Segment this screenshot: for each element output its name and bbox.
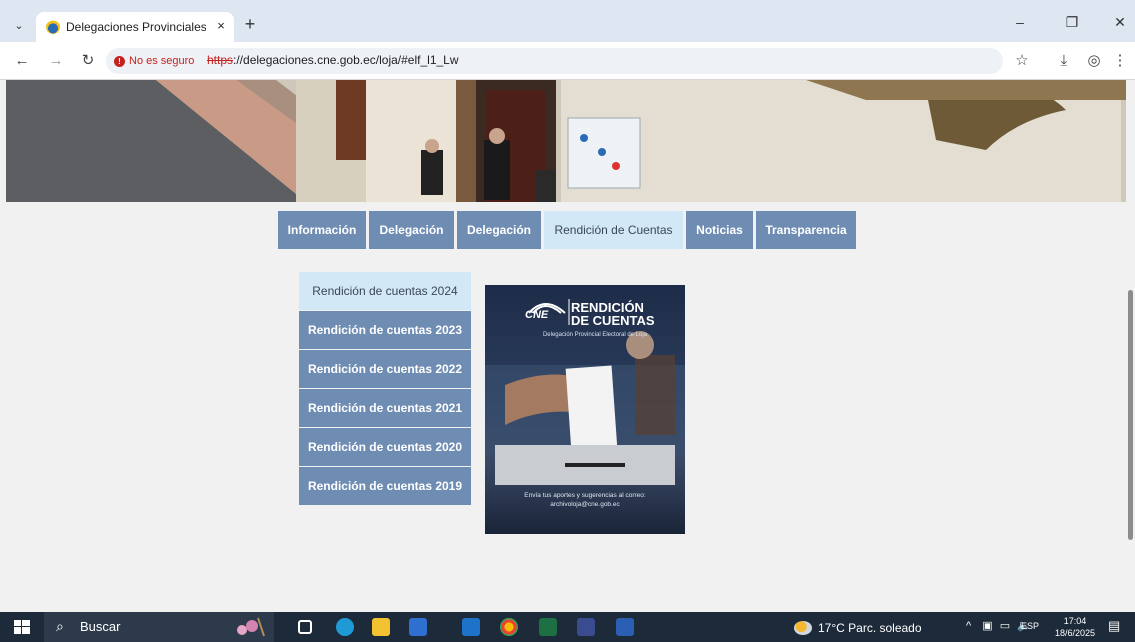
scrollbar-thumb[interactable] [1128, 290, 1133, 540]
main-nav-menu: Información Delegación Delegación Rendic… [278, 211, 856, 249]
reload-icon[interactable]: ↻ [78, 51, 98, 71]
window-close-icon[interactable]: ✕ [1110, 12, 1130, 32]
taskbar-clock[interactable]: 17:04 18/6/2025 [1052, 615, 1098, 641]
menu-item-delegacion-1[interactable]: Delegación [369, 211, 454, 249]
menu-item-transparencia[interactable]: Transparencia [756, 211, 856, 249]
browser-toolbar: ← → ↻ ! No es seguro https://delegacione… [0, 42, 1135, 80]
poster-title: RENDICIÓN DE CUENTAS [571, 301, 681, 327]
back-arrow-icon[interactable]: ← [12, 51, 32, 71]
year-item-2022[interactable]: Rendición de cuentas 2022 [299, 350, 471, 388]
task-view-icon[interactable] [298, 620, 312, 634]
browser-menu-icon[interactable]: ⋮ [1110, 51, 1130, 71]
url-text[interactable]: https://delegaciones.cne.gob.ec/loja/#el… [207, 53, 607, 69]
year-item-2020[interactable]: Rendición de cuentas 2020 [299, 428, 471, 466]
search-highlight-flower-icon [237, 617, 265, 637]
browser-tab-active[interactable]: Delegaciones Provinciales – Loj × [36, 12, 234, 42]
tab-search-chevron-icon[interactable]: ⌄ [10, 16, 28, 34]
menu-item-delegacion-2[interactable]: Delegación [457, 211, 541, 249]
tab-close-icon[interactable]: × [213, 18, 229, 36]
hero-banner-image [6, 80, 1126, 202]
forward-arrow-icon[interactable]: → [46, 51, 66, 71]
taskbar-weather[interactable]: 17°C Parc. soleado [794, 619, 954, 637]
taskbar-search-box[interactable]: ⌕ Buscar [44, 612, 274, 642]
search-icon: ⌕ [56, 618, 64, 634]
year-item-2021[interactable]: Rendición de cuentas 2021 [299, 389, 471, 427]
taskbar-search-label: Buscar [80, 619, 121, 634]
clock-time: 17:04 [1063, 616, 1087, 626]
poster-subtitle: Delegación Provincial Electoral de Loja [542, 332, 648, 338]
network-icon[interactable]: ▣ [982, 620, 992, 632]
menu-item-informacion[interactable]: Información [278, 211, 366, 249]
profile-icon[interactable]: ◎ [1084, 51, 1104, 71]
edge-icon[interactable] [336, 618, 354, 636]
page-scrollbar[interactable] [1126, 80, 1135, 612]
excel-icon[interactable] [539, 618, 557, 636]
file-explorer-icon[interactable] [372, 618, 390, 636]
notifications-icon[interactable]: ▤ [1108, 618, 1126, 636]
store-icon[interactable] [409, 618, 427, 636]
chrome-icon[interactable] [500, 618, 518, 636]
partly-sunny-icon [794, 621, 812, 635]
poster-title-line2: DE CUENTAS [571, 313, 655, 328]
url-rest: ://delegaciones.cne.gob.ec/loja/#elf_l1_… [233, 53, 459, 67]
security-label: No es seguro [129, 55, 195, 67]
menu-item-noticias[interactable]: Noticias [686, 211, 753, 249]
poster-caption: Envía tus aportes y sugerencias al corre… [524, 492, 646, 508]
rendicion-cuentas-poster: CNE RENDICIÓN DE CUENTAS Delegación Prov… [485, 285, 685, 534]
language-indicator[interactable]: ESP [1021, 621, 1045, 635]
window-restore-icon[interactable]: ❐ [1062, 12, 1082, 32]
tray-chevron-icon[interactable]: ^ [966, 620, 971, 632]
weather-text: 17°C Parc. soleado [818, 621, 922, 635]
outlook-icon[interactable] [462, 618, 480, 636]
year-item-2019[interactable]: Rendición de cuentas 2019 [299, 467, 471, 505]
web-page: Información Delegación Delegación Rendic… [0, 80, 1126, 612]
bookmark-star-icon[interactable]: ☆ [1012, 51, 1032, 71]
url-scheme: https [207, 53, 234, 67]
address-bar[interactable]: ! No es seguro https://delegaciones.cne.… [106, 48, 1003, 74]
download-icon[interactable]: ⤓ [1054, 51, 1074, 71]
site-favicon-icon [46, 20, 60, 34]
year-submenu: Rendición de cuentas 2024 Rendición de c… [299, 272, 471, 506]
browser-tab-strip: ⌄ Delegaciones Provinciales – Loj × + – … [0, 0, 1135, 42]
app-icon[interactable] [577, 618, 595, 636]
tab-title: Delegaciones Provinciales – Loj [66, 20, 206, 34]
poster-cne-logo: CNE [525, 309, 549, 321]
window-minimize-icon[interactable]: – [1010, 12, 1030, 32]
menu-item-rendicion-de-cuentas[interactable]: Rendición de Cuentas [544, 211, 683, 249]
clock-date: 18/6/2025 [1054, 628, 1096, 638]
year-item-2024[interactable]: Rendición de cuentas 2024 [299, 272, 471, 310]
year-item-2023[interactable]: Rendición de cuentas 2023 [299, 311, 471, 349]
windows-taskbar: ⌕ Buscar 17°C Parc. soleado ^ ▣ ▭ 🔈 ESP … [0, 612, 1135, 642]
security-warning-chip[interactable]: ! No es seguro [114, 52, 206, 70]
new-tab-plus-icon[interactable]: + [240, 14, 260, 34]
warning-icon: ! [114, 55, 125, 67]
display-icon[interactable]: ▭ [1000, 620, 1010, 632]
windows-start-icon[interactable] [14, 620, 30, 634]
word-icon[interactable] [616, 618, 634, 636]
